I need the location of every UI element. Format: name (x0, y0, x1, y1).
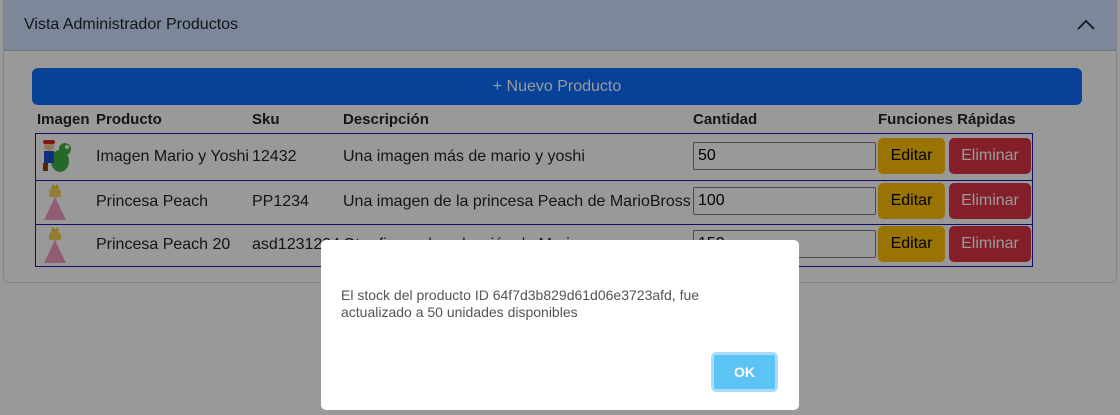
alert-dialog: El stock del producto ID 64f7d3b829d61d0… (321, 240, 799, 410)
ok-button[interactable]: OK (711, 352, 778, 392)
dialog-message: El stock del producto ID 64f7d3b829d61d0… (341, 287, 700, 320)
